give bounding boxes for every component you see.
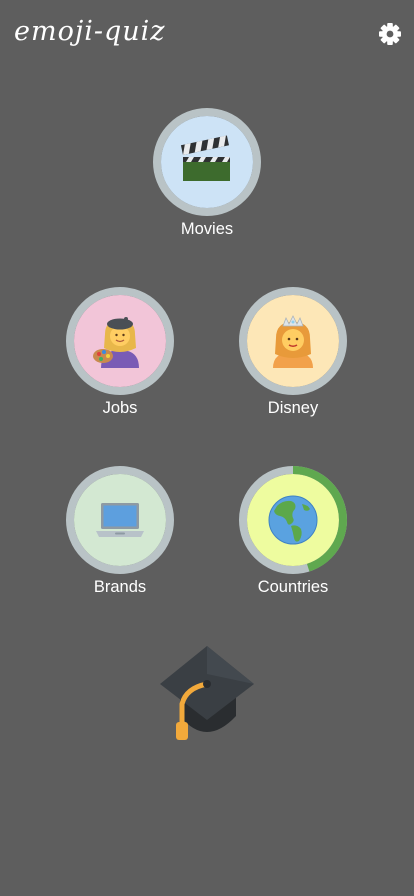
settings-button[interactable] <box>376 20 404 48</box>
category-countries[interactable]: Countries <box>223 465 363 625</box>
category-brands[interactable]: Brands <box>50 465 190 625</box>
clapper-board-icon <box>180 135 230 181</box>
category-label: Brands <box>93 578 147 596</box>
category-disney[interactable]: Disney <box>223 286 363 446</box>
globe-americas-icon <box>268 495 318 545</box>
category-label: Movies <box>180 220 234 238</box>
category-jobs[interactable]: Jobs <box>50 286 190 446</box>
graduation-cap-button[interactable] <box>158 644 256 746</box>
gear-icon <box>379 23 401 45</box>
category-label: Disney <box>267 399 319 417</box>
laptop-icon <box>96 503 144 537</box>
category-label: Countries <box>257 578 329 596</box>
woman-artist-icon <box>93 317 139 368</box>
category-label: Jobs <box>102 399 138 417</box>
graduation-cap-icon <box>160 646 254 740</box>
app-title: emoji-quiz <box>14 16 166 47</box>
category-movies[interactable]: Movies <box>137 107 277 267</box>
princess-icon <box>273 315 313 368</box>
